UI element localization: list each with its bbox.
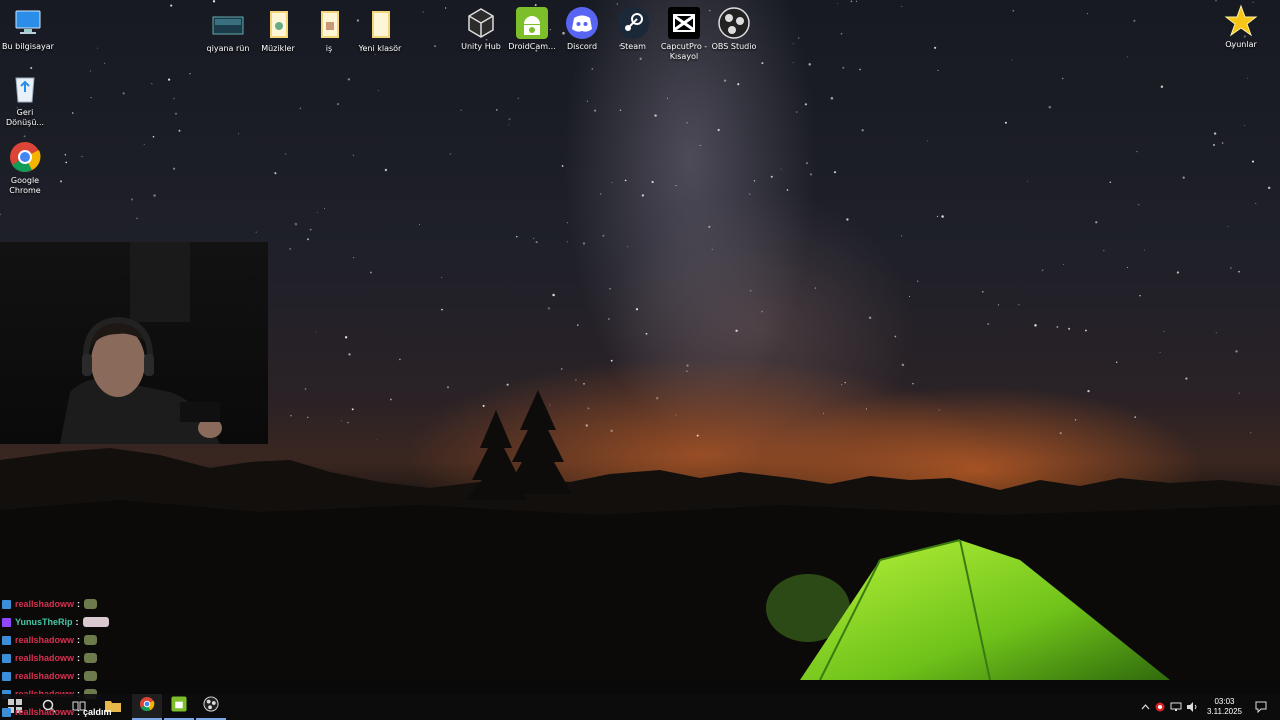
desktop-icon-capcut[interactable]: CapcutPro - Kısayol [656, 6, 712, 62]
desktop-icon-unity-hub[interactable]: Unity Hub [453, 6, 509, 52]
desktop-icon-discord[interactable]: Discord [554, 6, 610, 52]
network-icon[interactable] [1168, 702, 1184, 712]
prime-badge-icon [2, 599, 11, 609]
webcam-overlay [0, 242, 268, 444]
prime-badge-icon [2, 671, 11, 681]
desktop-icon-recycle-bin[interactable]: Geri Dönüşü... [0, 72, 53, 128]
chrome-icon [139, 696, 155, 716]
folder-icon [363, 8, 397, 42]
obs-icon [203, 696, 219, 716]
emote-icon [82, 617, 109, 627]
taskbar-droidcam[interactable] [164, 694, 194, 720]
chat-message: reallshadoww : [2, 597, 98, 611]
folder-icon [261, 8, 295, 42]
desktop-icon-google-chrome[interactable]: Google Chrome [0, 140, 53, 196]
notification-icon [1255, 698, 1267, 717]
steam-icon [616, 6, 650, 40]
taskbar-chrome[interactable] [132, 694, 162, 720]
chevron-up-icon[interactable] [1138, 704, 1152, 710]
capcut-icon [667, 6, 701, 40]
obs-icon [717, 6, 751, 40]
chat-message: YunusTheRip : [2, 615, 109, 629]
chat-message: reallshadoww : [2, 651, 98, 665]
desktop-icon-oyunlar[interactable]: Oyunlar [1213, 4, 1269, 50]
prime-badge-icon [2, 707, 11, 717]
star-icon [1224, 4, 1258, 38]
droidcam-icon [171, 696, 187, 716]
clock-time: 03:03 [1214, 697, 1235, 706]
folder-icon [312, 8, 346, 42]
discord-icon [565, 6, 599, 40]
emote-icon [84, 599, 98, 609]
desktop-icon-is[interactable]: iş [301, 8, 357, 54]
emote-icon [84, 671, 98, 681]
desktop-icon-droidcam[interactable]: DroidCam... [504, 6, 560, 52]
taskbar: 03:03 3.11.2025 [0, 694, 1280, 720]
droidcam-icon [515, 6, 549, 40]
this-pc-icon [11, 6, 45, 40]
taskbar-obs[interactable] [196, 694, 226, 720]
recycle-bin-icon [8, 72, 42, 106]
recording-icon[interactable] [1152, 702, 1168, 712]
emote-icon [84, 653, 98, 663]
desktop-icon-this-pc[interactable]: Bu bilgisayar [0, 6, 56, 52]
desktop-icon-obs-studio[interactable]: OBS Studio [706, 6, 762, 52]
chrome-icon [8, 140, 42, 174]
webcam-person [60, 242, 222, 444]
prime-badge-icon [2, 653, 11, 663]
emote-icon [84, 635, 98, 645]
system-clock[interactable]: 03:03 3.11.2025 [1207, 697, 1242, 717]
volume-icon[interactable] [1184, 702, 1200, 712]
unity-icon [464, 6, 498, 40]
desktop-icon-yeni-klasor[interactable]: Yeni klasör [352, 8, 408, 54]
subscriber-badge-icon [2, 617, 11, 627]
chat-message: reallshadoww : çaldım [2, 705, 112, 719]
desktop-icon-steam[interactable]: Steam [605, 6, 661, 52]
image-file-icon [211, 8, 245, 42]
prime-badge-icon [2, 635, 11, 645]
chat-message: reallshadoww : [2, 669, 98, 683]
chat-message: reallshadoww : [2, 633, 98, 647]
notification-center-button[interactable] [1246, 694, 1276, 720]
desktop-icon-muzikler[interactable]: Müzikler [250, 8, 306, 54]
clock-date: 3.11.2025 [1207, 707, 1242, 716]
desktop-icon-qiyana-run[interactable]: qiyana rün [200, 8, 256, 54]
